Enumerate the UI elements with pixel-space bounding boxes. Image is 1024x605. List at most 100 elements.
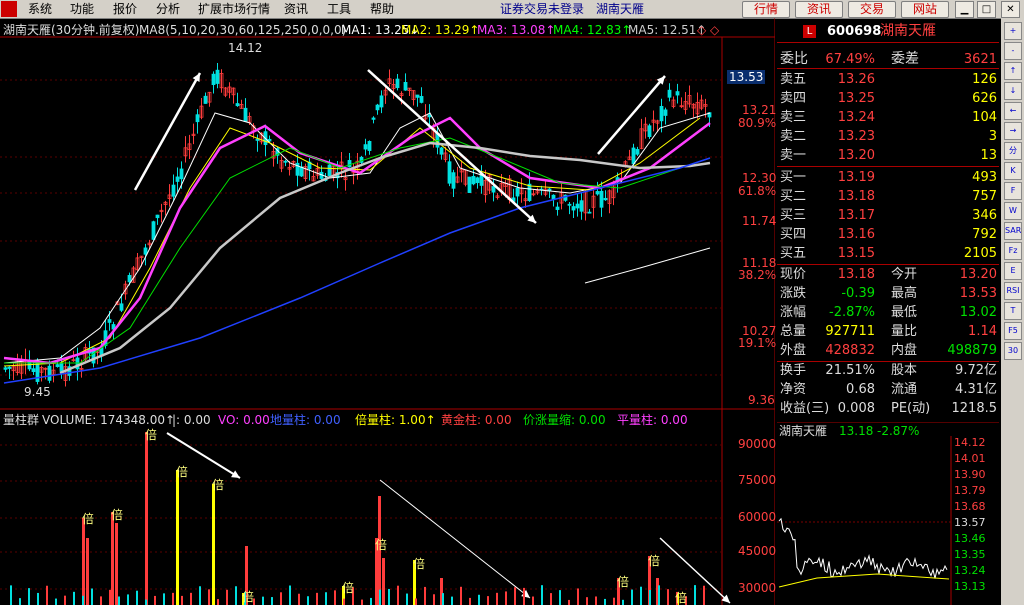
toolbar-tool-icon[interactable]: W	[1004, 202, 1022, 220]
menu-tools[interactable]: 工具	[327, 1, 351, 17]
buy3-row[interactable]: 买三 13.17 346	[777, 206, 999, 225]
toolbar-tool-icon[interactable]: SAR	[1004, 222, 1022, 240]
menu-help[interactable]: 帮助	[370, 1, 394, 17]
stock-code: 600698	[827, 24, 882, 39]
sell5-row[interactable]: 卖五 13.26 126	[777, 70, 999, 89]
volume-bar	[460, 586, 462, 605]
up-arrow	[133, 72, 202, 191]
volume-indicator-name[interactable]: 量柱群	[3, 413, 39, 427]
stat-label: 股本	[891, 363, 918, 378]
sell1-row[interactable]: 卖一 13.20 13	[777, 146, 999, 165]
volume-bar	[514, 587, 516, 605]
menu-function[interactable]: 功能	[70, 1, 94, 17]
toolbar-tool-icon[interactable]: 30	[1004, 342, 1022, 360]
volume-bar	[370, 597, 372, 605]
weibi-row: 委比 67.49% 委差 3621	[777, 50, 999, 69]
volume-bar	[496, 592, 498, 605]
toolbar-tool-icon[interactable]: E	[1004, 262, 1022, 280]
candle-body	[47, 365, 52, 381]
toolbar-tool-icon[interactable]: +	[1004, 22, 1022, 40]
order-book-panel: L 600698 湖南天雁 委比 67.49% 委差 3621 卖五 13.26…	[777, 22, 999, 452]
vol-axis-60000: 60000	[738, 510, 777, 524]
volume-bar	[109, 589, 111, 605]
volume-bar	[424, 586, 426, 605]
stat-label: 外盘	[780, 343, 807, 358]
toolbar-tool-icon[interactable]: RSI	[1004, 282, 1022, 300]
toolbar-tool-icon[interactable]: ←	[1004, 102, 1022, 120]
stock-name: 湖南天雁	[880, 23, 936, 39]
buy-price: 13.17	[837, 208, 875, 223]
volume-bar	[163, 593, 165, 605]
sell-price: 13.26	[837, 72, 875, 87]
volume-bar	[577, 588, 579, 605]
maximize-button[interactable]: □	[977, 1, 996, 18]
buy5-row[interactable]: 买五 13.15 2105	[777, 244, 999, 263]
stat-label: 涨幅	[780, 305, 807, 320]
menu-quote[interactable]: 报价	[113, 1, 137, 17]
menu-extended-market[interactable]: 扩展市场行情	[198, 1, 270, 17]
inner-volume: 498879	[947, 343, 997, 358]
buy1-row[interactable]: 买一 13.19 493	[777, 168, 999, 187]
minimize-button[interactable]: ▁	[955, 1, 974, 18]
toolbar-tool-icon[interactable]: 分	[1004, 142, 1022, 160]
website-button[interactable]: 网站	[901, 1, 949, 18]
buy-volume: 2105	[963, 246, 997, 261]
sell-label: 卖三	[780, 110, 807, 125]
trend-line	[584, 247, 711, 284]
stat-row: 总量 927711 量比 1.14	[777, 322, 999, 341]
menu-news[interactable]: 资讯	[284, 1, 308, 17]
bei-marker: 倍	[375, 538, 388, 552]
down-arrow	[367, 69, 537, 224]
candle-body	[59, 362, 64, 372]
candle-body	[347, 160, 352, 168]
stat-row: 涨跌 -0.39 最高 13.53	[777, 284, 999, 303]
volume-bar	[271, 597, 273, 605]
mini-axis-label: 13.90	[954, 468, 986, 481]
buy2-row[interactable]: 买二 13.18 757	[777, 187, 999, 206]
buy-price: 13.19	[837, 170, 875, 185]
current-price-tag: 13.53	[727, 70, 766, 84]
candle-body	[491, 186, 496, 193]
hjz-value: 黄金柱: 0.00	[441, 413, 512, 427]
close-button[interactable]: ✕	[1001, 1, 1020, 18]
menu-system[interactable]: 系统	[28, 1, 52, 17]
toolbar-tool-icon[interactable]: F5	[1004, 322, 1022, 340]
volume-bar	[172, 592, 174, 605]
toolbar-tool-icon[interactable]: T	[1004, 302, 1022, 320]
candle-body	[327, 164, 332, 177]
toolbar-tool-icon[interactable]: Fz	[1004, 242, 1022, 260]
toolbar-tool-icon[interactable]: →	[1004, 122, 1022, 140]
news-button[interactable]: 资讯	[795, 1, 843, 18]
candle-body	[243, 107, 248, 122]
candle-body	[155, 214, 160, 219]
toolbar-tool-icon[interactable]: -	[1004, 42, 1022, 60]
trend-arrow	[379, 479, 531, 599]
toolbar-tool-icon[interactable]: ↓	[1004, 82, 1022, 100]
volume-bar	[469, 597, 471, 605]
buy-label: 买一	[780, 170, 807, 185]
volume-bar	[46, 585, 48, 605]
axis-label-1230: 12.30	[742, 171, 777, 185]
buy4-row[interactable]: 买四 13.16 792	[777, 225, 999, 244]
toolbar-tool-icon[interactable]: ↑	[1004, 62, 1022, 80]
bei-marker: 倍	[176, 465, 189, 479]
sell-label: 卖一	[780, 148, 807, 163]
menu-analysis[interactable]: 分析	[156, 1, 180, 17]
bei-marker: 倍	[675, 591, 688, 605]
bei-marker: 倍	[145, 428, 158, 442]
toolbar-tool-icon[interactable]: K	[1004, 162, 1022, 180]
intraday-mini-chart[interactable]: 湖南天雁 13.18 -2.87% 14.12 14.01 13.90 13.7…	[777, 422, 999, 605]
ma4-value: MA4: 12.83↑	[553, 23, 632, 37]
quote-button[interactable]: 行情	[742, 1, 790, 18]
sell4-row[interactable]: 卖四 13.25 626	[777, 89, 999, 108]
volume-bar	[217, 599, 219, 605]
candle-body	[579, 200, 584, 212]
sell2-row[interactable]: 卖二 13.23 3	[777, 127, 999, 146]
kline-chart-area[interactable]: 湖南天雁(30分钟.前复权) MA8(5,10,20,30,60,125,250…	[0, 18, 777, 605]
candle-body	[439, 147, 444, 155]
toolbar-tool-icon[interactable]: F	[1004, 182, 1022, 200]
candle-body	[35, 363, 40, 382]
trade-button[interactable]: 交易	[848, 1, 896, 18]
volume-bar	[208, 589, 210, 605]
sell3-row[interactable]: 卖三 13.24 104	[777, 108, 999, 127]
